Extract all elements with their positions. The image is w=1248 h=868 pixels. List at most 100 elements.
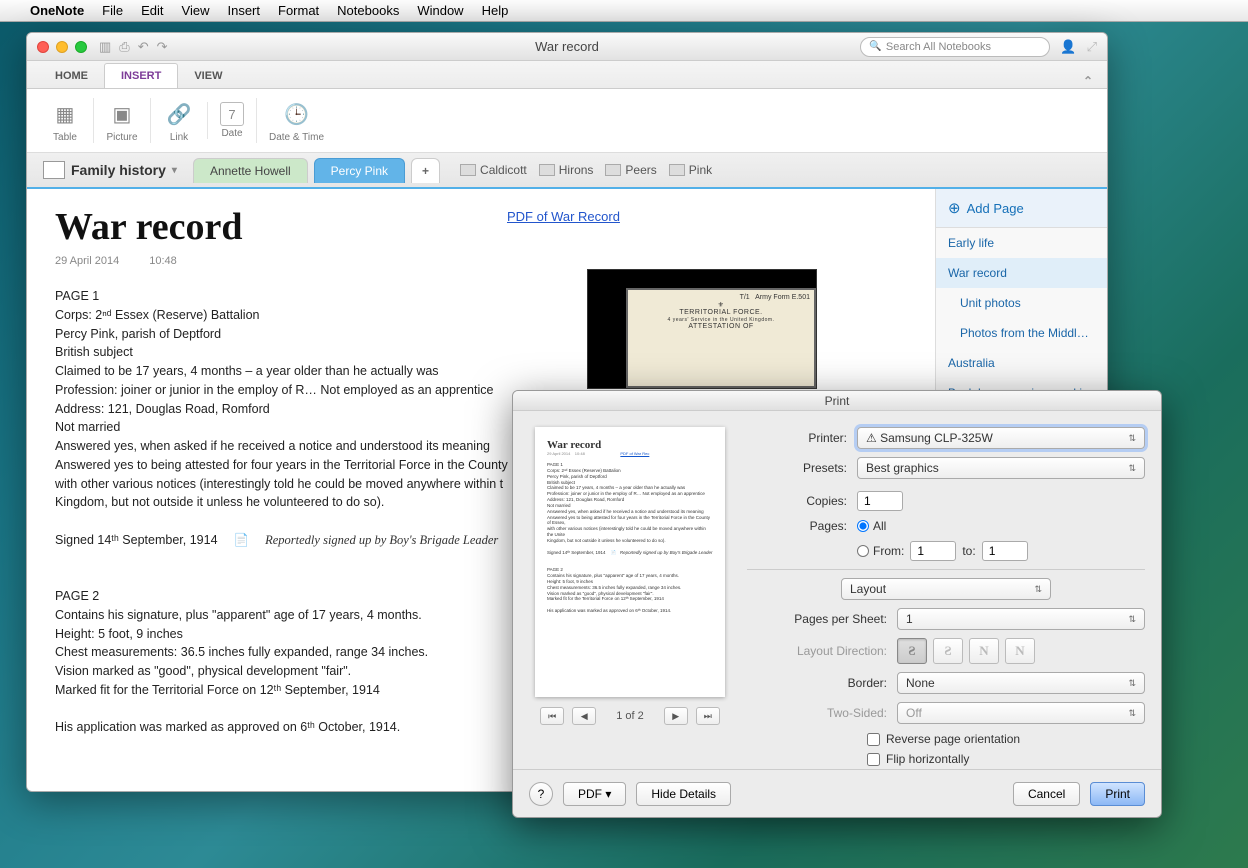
- picture-icon: ▣: [106, 98, 138, 130]
- cancel-button[interactable]: Cancel: [1013, 782, 1080, 806]
- page-item-australia[interactable]: Australia: [936, 348, 1107, 378]
- pages-all-radio[interactable]: [857, 520, 869, 532]
- close-button[interactable]: [37, 41, 49, 53]
- tab-view[interactable]: VIEW: [178, 64, 238, 88]
- tab-home[interactable]: HOME: [39, 64, 104, 88]
- ribbon-picture[interactable]: ▣ Picture: [93, 98, 150, 143]
- last-page-button[interactable]: ⏭: [696, 707, 720, 725]
- dir-icon-3[interactable]: N: [969, 638, 999, 664]
- hide-details-button[interactable]: Hide Details: [636, 782, 731, 806]
- signed-line: Signed 14ᵗʰ September, 1914: [55, 531, 218, 550]
- share-icon[interactable]: 👤: [1060, 39, 1076, 55]
- pages-to-input[interactable]: [982, 541, 1028, 561]
- ribbon-link[interactable]: 🔗 Link: [150, 98, 207, 143]
- quick-tags: Caldicott Hirons Peers Pink: [460, 163, 712, 177]
- qtag-peers[interactable]: Peers: [605, 163, 656, 177]
- pps-select[interactable]: 1: [897, 608, 1145, 630]
- date-label: Date: [221, 128, 242, 139]
- section-tab-annette[interactable]: Annette Howell: [193, 158, 308, 183]
- reverse-checkbox[interactable]: [867, 733, 880, 746]
- presets-label: Presets:: [747, 461, 857, 475]
- link-icon: 🔗: [163, 98, 195, 130]
- titlebar: ▥ ⎙ ↶ ↷ War record Search All Notebooks …: [27, 33, 1107, 61]
- page-item-early-life[interactable]: Early life: [936, 228, 1107, 258]
- reverse-label: Reverse page orientation: [886, 732, 1020, 746]
- page-indicator: 1 of 2: [616, 710, 644, 722]
- dir-icon-4[interactable]: N: [1005, 638, 1035, 664]
- dir-label: Layout Direction:: [747, 644, 897, 658]
- printer-select[interactable]: ⚠ Samsung CLP-325W: [857, 427, 1145, 449]
- ribbon-datetime[interactable]: 🕒 Date & Time: [256, 98, 336, 143]
- datetime-label: Date & Time: [269, 132, 324, 143]
- ribbon-date[interactable]: 7 Date: [207, 102, 256, 139]
- search-input[interactable]: Search All Notebooks: [860, 37, 1050, 57]
- page-title[interactable]: War record: [55, 205, 907, 249]
- qtag-pink[interactable]: Pink: [669, 163, 712, 177]
- menu-help[interactable]: Help: [482, 3, 509, 18]
- border-label: Border:: [747, 676, 897, 690]
- prev-page-button[interactable]: ◀: [572, 707, 596, 725]
- border-select[interactable]: None: [897, 672, 1145, 694]
- app-name[interactable]: OneNote: [30, 3, 84, 18]
- help-button[interactable]: ?: [529, 782, 553, 806]
- tab-insert[interactable]: INSERT: [104, 63, 178, 88]
- page-time: 10:48: [149, 255, 177, 267]
- print-form: Printer: ⚠ Samsung CLP-325W Presets: Bes…: [747, 427, 1145, 753]
- flip-checkbox[interactable]: [867, 753, 880, 766]
- page-item-photos-middle[interactable]: Photos from the Middle…: [936, 318, 1107, 348]
- pages-all-label: All: [873, 519, 886, 533]
- window-title: War record: [535, 39, 599, 54]
- copies-input[interactable]: [857, 491, 903, 511]
- add-page-button[interactable]: Add Page: [936, 189, 1107, 228]
- twosided-label: Two-Sided:: [747, 706, 897, 720]
- link-label: Link: [170, 132, 188, 143]
- ribbon-collapse-icon[interactable]: ⌃: [1083, 74, 1093, 88]
- ribbon-table[interactable]: ▦ Table: [37, 98, 93, 143]
- pdf-link[interactable]: PDF of War Record: [507, 209, 620, 224]
- qat-folder-icon[interactable]: ▥: [99, 39, 111, 55]
- layout-direction-group: Ƨ Ƨ N N: [897, 638, 1035, 664]
- twosided-select[interactable]: Off: [897, 702, 1145, 724]
- page-item-war-record[interactable]: War record: [936, 258, 1107, 288]
- pages-to-label: to:: [962, 544, 975, 558]
- traffic-lights: [27, 41, 87, 53]
- notebook-selector[interactable]: Family history: [33, 157, 187, 183]
- fullscreen-icon[interactable]: ⤢: [1087, 39, 1097, 55]
- notebook-row: Family history Annette Howell Percy Pink…: [27, 153, 1107, 189]
- page-item-unit-photos[interactable]: Unit photos: [936, 288, 1107, 318]
- qat-print-icon[interactable]: ⎙: [119, 39, 129, 55]
- embedded-image[interactable]: T/1 Army Form E.501 ⚜TERRITORIAL FORCE.4…: [587, 269, 817, 389]
- pdf-button[interactable]: PDF ▾: [563, 782, 626, 806]
- page-date: 29 April 2014: [55, 255, 119, 267]
- qat-undo-icon[interactable]: ↶: [138, 39, 149, 55]
- section-tab-percy[interactable]: Percy Pink: [314, 158, 405, 183]
- copies-label: Copies:: [747, 494, 857, 508]
- menu-view[interactable]: View: [182, 3, 210, 18]
- menu-notebooks[interactable]: Notebooks: [337, 3, 399, 18]
- ribbon: ▦ Table ▣ Picture 🔗 Link 7 Date 🕒 Date &…: [27, 89, 1107, 153]
- zoom-button[interactable]: [75, 41, 87, 53]
- pages-from-radio[interactable]: [857, 545, 869, 557]
- pages-from-input[interactable]: [910, 541, 956, 561]
- first-page-button[interactable]: ⏮: [540, 707, 564, 725]
- menu-edit[interactable]: Edit: [141, 3, 163, 18]
- menu-window[interactable]: Window: [417, 3, 463, 18]
- qtag-hirons[interactable]: Hirons: [539, 163, 594, 177]
- dir-icon-2[interactable]: Ƨ: [933, 638, 963, 664]
- minimize-button[interactable]: [56, 41, 68, 53]
- next-page-button[interactable]: ▶: [664, 707, 688, 725]
- add-section-button[interactable]: +: [411, 158, 440, 183]
- qat-redo-icon[interactable]: ↷: [157, 39, 168, 55]
- print-button[interactable]: Print: [1090, 782, 1145, 806]
- presets-select[interactable]: Best graphics: [857, 457, 1145, 479]
- print-dialog-title: Print: [513, 391, 1161, 411]
- print-dialog: Print War record 29 April 2014 10:48 PDF…: [512, 390, 1162, 818]
- menu-file[interactable]: File: [102, 3, 123, 18]
- menu-format[interactable]: Format: [278, 3, 319, 18]
- menu-insert[interactable]: Insert: [227, 3, 260, 18]
- macos-menubar: OneNote File Edit View Insert Format Not…: [0, 0, 1248, 22]
- dir-icon-1[interactable]: Ƨ: [897, 638, 927, 664]
- pps-label: Pages per Sheet:: [747, 612, 897, 626]
- layout-section-select[interactable]: Layout: [841, 578, 1051, 600]
- qtag-caldicott[interactable]: Caldicott: [460, 163, 527, 177]
